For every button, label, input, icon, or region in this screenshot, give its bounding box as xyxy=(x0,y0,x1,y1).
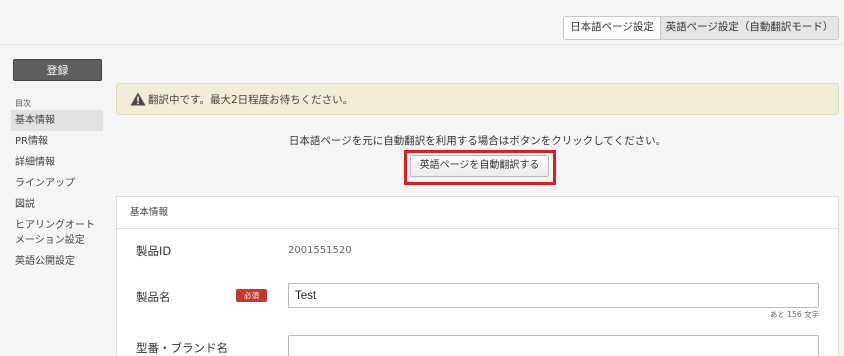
register-button[interactable]: 登録 xyxy=(13,59,102,81)
toc-item-basic-info[interactable]: 基本情報 xyxy=(11,110,103,131)
toc-heading: 目次 xyxy=(15,99,31,108)
alert-message: 翻訳中です。最大2日程度お待ちください。 xyxy=(148,93,354,106)
required-badge: 必須 xyxy=(236,289,267,302)
product-name-input[interactable] xyxy=(288,283,819,308)
tab-japanese-page-settings[interactable]: 日本語ページ設定 xyxy=(564,17,660,39)
product-id-label: 製品ID xyxy=(136,244,172,258)
product-id-value: 2001551520 xyxy=(288,245,352,256)
tab-english-page-settings[interactable]: 英語ページ設定（自動翻訳モード） xyxy=(660,17,838,39)
remaining-chars: あと 156 文字 xyxy=(769,310,819,319)
page-language-tabs: 日本語ページ設定 英語ページ設定（自動翻訳モード） xyxy=(563,16,839,40)
toc-item-details[interactable]: 詳細情報 xyxy=(11,152,103,173)
auto-translate-instruction: 日本語ページを元に自動翻訳を利用する場合はボタンをクリックしてください。 xyxy=(288,135,667,147)
toc-item-illustration[interactable]: 図説 xyxy=(11,194,103,215)
toc-item-english-publish[interactable]: 英語公開設定 xyxy=(11,251,103,272)
toc-item-pr-info[interactable]: PR情報 xyxy=(11,131,103,152)
basic-info-panel: 基本情報 xyxy=(116,196,839,356)
toc-list: 基本情報 PR情報 詳細情報 ラインアップ 図説 ヒアリングオートメーション設定… xyxy=(11,110,103,272)
warning-icon xyxy=(130,92,146,106)
panel-title: 基本情報 xyxy=(117,197,838,229)
product-name-label: 製品名 xyxy=(136,290,171,304)
header-divider xyxy=(0,44,844,45)
toc-item-hearing-automation[interactable]: ヒアリングオートメーション設定 xyxy=(11,215,103,251)
toc-item-lineup[interactable]: ラインアップ xyxy=(11,173,103,194)
model-brand-input[interactable] xyxy=(288,335,819,356)
translation-status-alert: 翻訳中です。最大2日程度お待ちください。 xyxy=(116,83,839,115)
auto-translate-button[interactable]: 英語ページを自動翻訳する xyxy=(410,155,549,177)
model-brand-label: 型番・ブランド名 xyxy=(136,341,228,355)
